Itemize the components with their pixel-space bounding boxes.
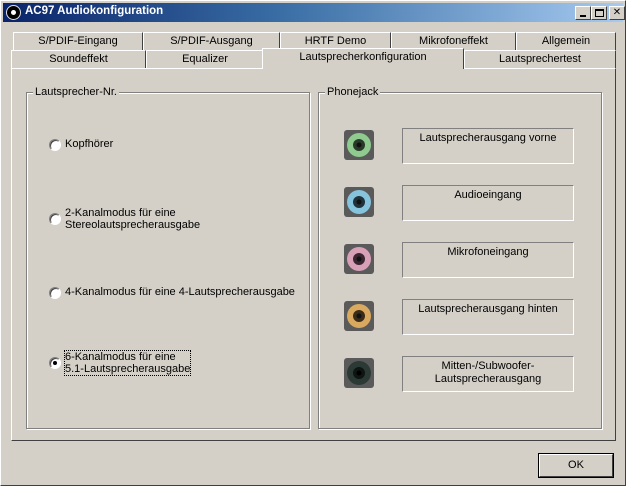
tab-soundeffekt[interactable]: Soundeffekt	[11, 50, 146, 68]
rear-output-jack-icon	[344, 301, 374, 331]
radio-label: 2-Kanalmodus für eine Stereolautsprecher…	[65, 207, 201, 231]
radio-button[interactable]	[49, 139, 61, 151]
tab-label: Lautsprecherkonfiguration	[299, 51, 427, 63]
tab-lautsprecherkonfiguration[interactable]: Lautsprecherkonfiguration	[262, 48, 464, 69]
radio-button-selected[interactable]	[49, 357, 61, 369]
tab-panel: Lautsprecher-Nr. Kopfhörer 2-Kanalmodus …	[11, 68, 616, 441]
minimize-icon	[580, 15, 586, 17]
microphone-jack-icon	[344, 244, 374, 274]
radio-label: 6-Kanalmodus für eine 5.1-Lautsprecherau…	[63, 350, 192, 376]
tab-label: S/PDIF-Ausgang	[170, 35, 253, 47]
ok-button[interactable]: OK	[538, 453, 614, 478]
radio-button[interactable]	[49, 287, 61, 299]
rear-output-label: Lautsprecherausgang hinten	[402, 299, 574, 335]
window-title: AC97 Audiokonfiguration	[25, 5, 164, 17]
tab-label: Equalizer	[182, 53, 228, 65]
group-label: Lautsprecher-Nr.	[33, 86, 119, 98]
title-bar[interactable]: AC97 Audiokonfiguration ✕	[3, 3, 625, 22]
audio-input-label: Audioeingang	[402, 185, 574, 221]
tab-lautsprechertest[interactable]: Lautsprechertest	[464, 50, 616, 68]
radio-headphones[interactable]: Kopfhörer	[49, 138, 113, 151]
radio-6-channel[interactable]: 6-Kanalmodus für eine 5.1-Lautsprecherau…	[49, 350, 192, 376]
radio-label: Kopfhörer	[65, 138, 114, 150]
tab-label: HRTF Demo	[304, 35, 367, 47]
microphone-input-label: Mikrofoneingang	[402, 242, 574, 278]
tab-label: S/PDIF-Eingang	[38, 35, 118, 47]
dialog-window: AC97 Audiokonfiguration ✕ S/PDIF-Eingang…	[0, 0, 626, 486]
front-output-jack-icon	[344, 130, 374, 160]
tab-spdif-ausgang[interactable]: S/PDIF-Ausgang	[143, 32, 280, 50]
maximize-button[interactable]	[591, 6, 607, 20]
radio-button[interactable]	[49, 213, 61, 225]
radio-label: 4-Kanalmodus für eine 4-Lautsprecherausg…	[65, 286, 295, 298]
tab-allgemein[interactable]: Allgemein	[516, 32, 616, 50]
maximize-icon	[595, 9, 604, 17]
tab-equalizer[interactable]: Equalizer	[146, 50, 264, 68]
radio-4-channel[interactable]: 4-Kanalmodus für eine 4-Lautsprecherausg…	[49, 286, 295, 299]
tab-label: Mikrofoneffekt	[419, 35, 488, 47]
tab-label: Allgemein	[541, 35, 591, 47]
close-button[interactable]: ✕	[609, 6, 625, 20]
audio-input-jack-icon	[344, 187, 374, 217]
phonejack-group: Phonejack Lautsprecherausgang vorne Audi…	[318, 86, 602, 429]
front-output-label: Lautsprecherausgang vorne	[402, 128, 574, 164]
tab-label: Soundeffekt	[49, 53, 108, 65]
radio-2-channel[interactable]: 2-Kanalmodus für eine Stereolautsprecher…	[49, 207, 200, 231]
close-icon: ✕	[612, 7, 622, 18]
subwoofer-jack-icon	[344, 358, 374, 388]
group-label: Phonejack	[325, 86, 381, 98]
subwoofer-output-label: Mitten-/Subwoofer- Lautsprecherausgang	[402, 356, 574, 392]
speaker-count-group: Lautsprecher-Nr. Kopfhörer 2-Kanalmodus …	[26, 86, 310, 429]
tab-spdif-eingang[interactable]: S/PDIF-Eingang	[13, 32, 143, 50]
tab-label: Lautsprechertest	[499, 53, 581, 65]
minimize-button[interactable]	[575, 6, 591, 20]
speaker-icon[interactable]	[6, 5, 21, 20]
